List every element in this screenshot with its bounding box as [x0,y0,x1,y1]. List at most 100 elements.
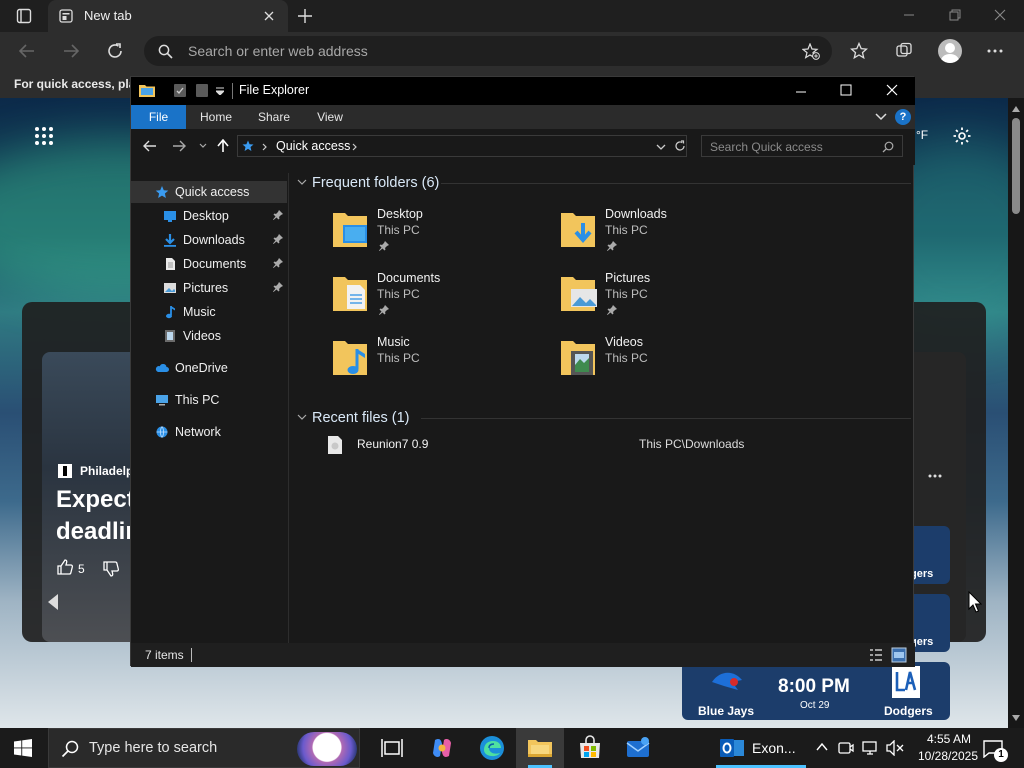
explorer-refresh-icon[interactable] [674,140,686,152]
folder-tile-documents[interactable]: Documents This PC [331,271,531,327]
scrollbar-thumb[interactable] [1012,118,1020,214]
apps-grid-icon[interactable] [34,126,54,146]
large-icons-view-icon[interactable] [891,647,907,663]
pinned-icon [273,234,283,244]
recent-locations-chevron-icon[interactable] [199,143,207,149]
tree-item-network[interactable]: Network [131,421,287,443]
explorer-app-icon [139,85,155,97]
folder-tile-downloads[interactable]: Downloads This PC [559,207,759,263]
tree-item-music[interactable]: Music [131,301,287,323]
scroll-down-icon[interactable] [1012,715,1020,721]
tree-item-desktop[interactable]: Desktop [131,205,287,227]
volume-muted-icon[interactable] [886,740,904,756]
collections-icon[interactable] [895,42,913,60]
close-window-icon[interactable] [994,9,1006,21]
collapse-group-chevron-icon[interactable] [297,414,307,420]
expand-ribbon-chevron-icon[interactable] [875,113,887,121]
collapse-group-chevron-icon[interactable] [297,179,307,185]
carousel-prev-icon[interactable] [48,594,58,610]
meet-now-icon[interactable] [838,740,854,756]
ribbon-tab-share[interactable]: Share [250,105,298,129]
task-view-icon[interactable] [378,734,406,762]
ribbon-tab-view[interactable]: View [308,105,352,129]
help-icon[interactable]: ? [895,109,911,125]
minimize-icon[interactable] [903,9,915,21]
tree-item-quick-access[interactable]: Quick access [131,181,287,203]
downloads-icon [164,234,176,247]
scroll-up-icon[interactable] [1012,106,1020,112]
mail-icon[interactable] [624,734,652,762]
recent-file-path: This PC\Downloads [639,437,745,451]
tab-actions-icon[interactable] [16,8,32,24]
taskbar-search-box[interactable]: Type here to search [48,728,360,768]
address-input[interactable]: Search or enter web address [144,36,832,66]
tree-item-onedrive[interactable]: OneDrive [131,357,287,379]
search-highlight-image[interactable] [297,732,357,766]
edge-taskbar-icon[interactable] [478,734,506,762]
explorer-minimize-icon[interactable] [795,87,807,97]
clock-time[interactable]: 4:55 AM [914,732,984,746]
restore-icon[interactable] [949,9,961,21]
headline-line-1[interactable]: Expect [56,486,135,514]
breadcrumb-separator-icon[interactable] [262,143,267,151]
outlook-icon[interactable] [718,734,746,762]
explorer-taskbar-button[interactable] [516,728,564,768]
pinned-icon [379,305,389,315]
thumbs-up-icon[interactable] [56,558,74,576]
tree-item-this-pc[interactable]: This PC [131,389,287,411]
ribbon-tab-home[interactable]: Home [192,105,240,129]
microsoft-store-icon[interactable] [576,734,604,762]
outlook-label[interactable]: Exon... [752,740,796,756]
close-tab-icon[interactable] [264,11,274,21]
clock-date[interactable]: 10/28/2025 [908,749,988,763]
explorer-title-bar[interactable]: File Explorer [131,77,915,105]
ribbon-tab-file[interactable]: File [131,105,186,129]
address-history-chevron-icon[interactable] [656,144,666,150]
frequent-folders-header[interactable]: Frequent folders (6) [312,175,439,191]
quick-access-search-input[interactable]: Search Quick access [701,135,903,157]
game-row[interactable]: Blue Jays 8:00 PM Oct 29 Dodgers [682,662,950,720]
windows-start-icon[interactable] [14,739,32,757]
tab-new-tab[interactable]: New tab [48,0,288,32]
up-one-level-icon[interactable] [217,139,229,153]
folder-tile-videos[interactable]: Videos This PC [559,335,759,391]
new-tab-plus-icon[interactable] [297,8,313,24]
add-favorite-icon[interactable] [802,43,820,60]
forward-arrow-icon[interactable] [62,43,80,59]
explorer-maximize-icon[interactable] [840,84,852,96]
favorites-icon[interactable] [850,42,868,60]
customize-toolbar-icon[interactable] [216,87,224,95]
copilot-icon[interactable] [428,734,456,762]
taskbar-search-placeholder: Type here to search [89,740,218,756]
folder-tile-desktop[interactable]: Desktop This PC [331,207,531,263]
back-arrow-icon[interactable] [18,43,36,59]
thumbs-down-icon[interactable] [102,560,120,578]
properties-icon[interactable] [173,83,187,98]
address-breadcrumb[interactable]: Quick access [237,135,687,157]
recent-file-row[interactable]: Reunion7 0.9 This PC\Downloads [321,433,911,457]
headline-line-2[interactable]: deadlin [56,518,140,546]
folder-tile-music[interactable]: Music This PC [331,335,531,391]
network-status-icon[interactable] [862,740,880,756]
refresh-icon[interactable] [106,42,124,60]
show-hidden-icons-chevron-icon[interactable] [816,742,828,752]
tree-item-pictures[interactable]: Pictures [131,277,287,299]
details-view-icon[interactable] [869,648,883,662]
folder-tile-pictures[interactable]: Pictures This PC [559,271,759,327]
explorer-back-icon[interactable] [143,140,157,152]
pinned-icon [379,241,389,251]
profile-avatar[interactable] [938,39,962,63]
tree-item-videos[interactable]: Videos [131,325,287,347]
page-settings-gear-icon[interactable] [952,126,972,146]
recent-files-header[interactable]: Recent files (1) [312,410,410,426]
settings-and-more-icon[interactable] [987,49,1003,53]
new-folder-icon[interactable] [195,83,209,98]
page-scrollbar[interactable] [1008,98,1024,728]
explorer-close-icon[interactable] [886,84,898,96]
tree-item-documents[interactable]: Documents [131,253,287,275]
breadcrumb-quick-access[interactable]: Quick access [276,139,350,153]
breadcrumb-separator-icon[interactable] [352,143,357,151]
explorer-forward-icon[interactable] [172,140,186,152]
sports-more-icon[interactable] [928,474,942,478]
tree-item-downloads[interactable]: Downloads [131,229,287,251]
